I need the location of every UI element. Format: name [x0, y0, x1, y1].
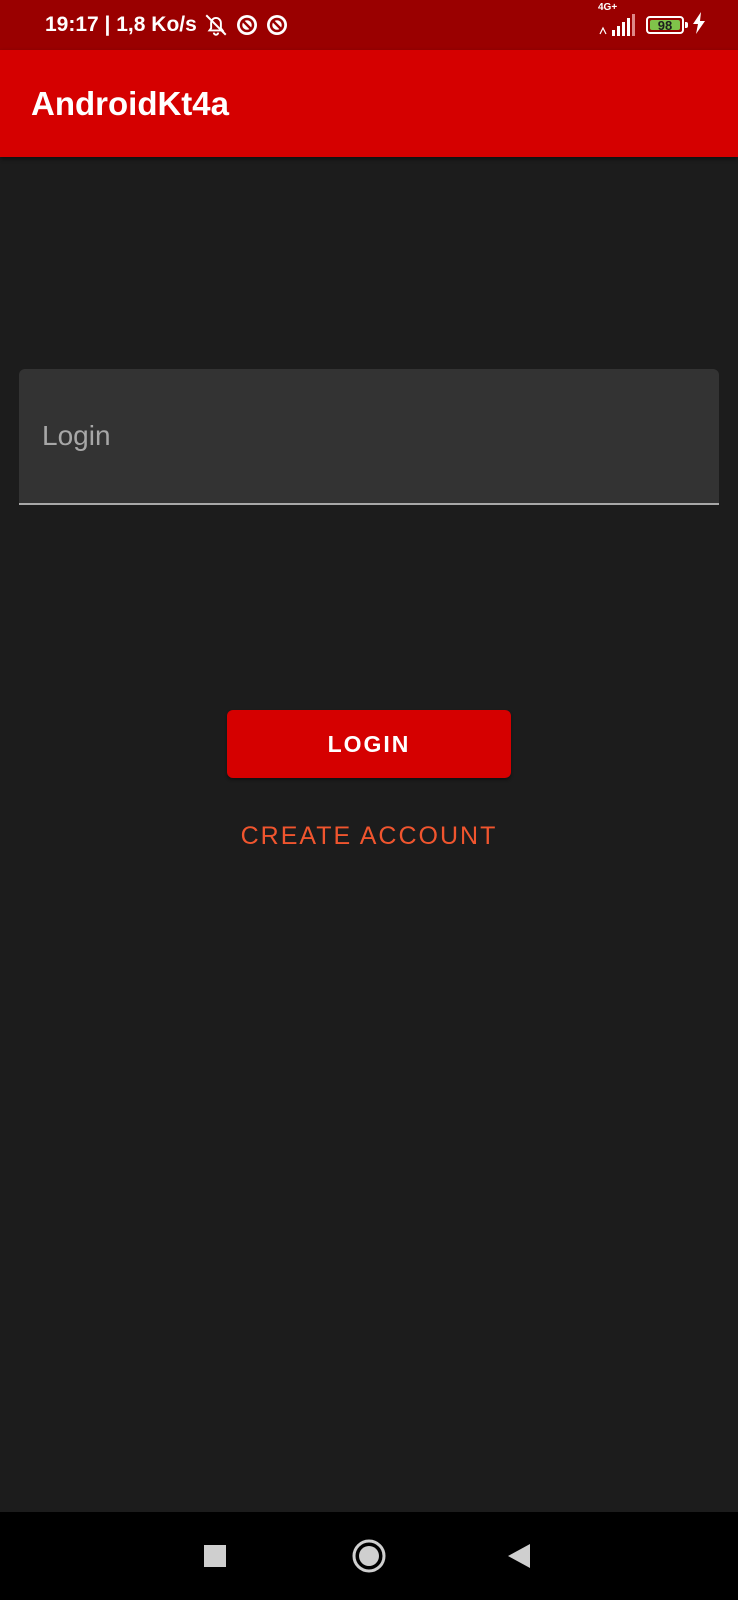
battery-fill: 98 — [650, 17, 680, 33]
login-button[interactable]: LOGIN — [227, 710, 511, 778]
battery-icon: 98 — [646, 16, 688, 34]
signal-icon: 4G+ — [598, 2, 638, 36]
recents-icon[interactable] — [194, 1535, 236, 1577]
status-time-speed: 19:17 | 1,8 Ko/s — [45, 13, 197, 36]
login-field[interactable] — [19, 369, 719, 505]
home-icon[interactable] — [348, 1535, 390, 1577]
navigation-bar — [0, 1512, 738, 1600]
status-bar: 19:17 | 1,8 Ko/s 4G+ 98 — [0, 0, 738, 50]
login-input[interactable] — [19, 369, 719, 503]
bell-off-icon — [203, 12, 229, 38]
create-account-button[interactable]: CREATE ACCOUNT — [200, 808, 538, 864]
status-right: 4G+ 98 — [598, 0, 706, 50]
battery-tip — [685, 22, 688, 28]
battery-level: 98 — [657, 17, 673, 33]
target-app-icon — [235, 13, 259, 37]
network-type: 4G+ — [598, 2, 618, 13]
target-app-icon — [265, 13, 289, 37]
app-bar: AndroidKt4a — [0, 50, 738, 157]
status-left: 19:17 | 1,8 Ko/s — [45, 0, 289, 50]
charging-bolt-icon — [692, 11, 706, 39]
back-icon[interactable] — [498, 1535, 540, 1577]
app-title: AndroidKt4a — [31, 85, 229, 122]
